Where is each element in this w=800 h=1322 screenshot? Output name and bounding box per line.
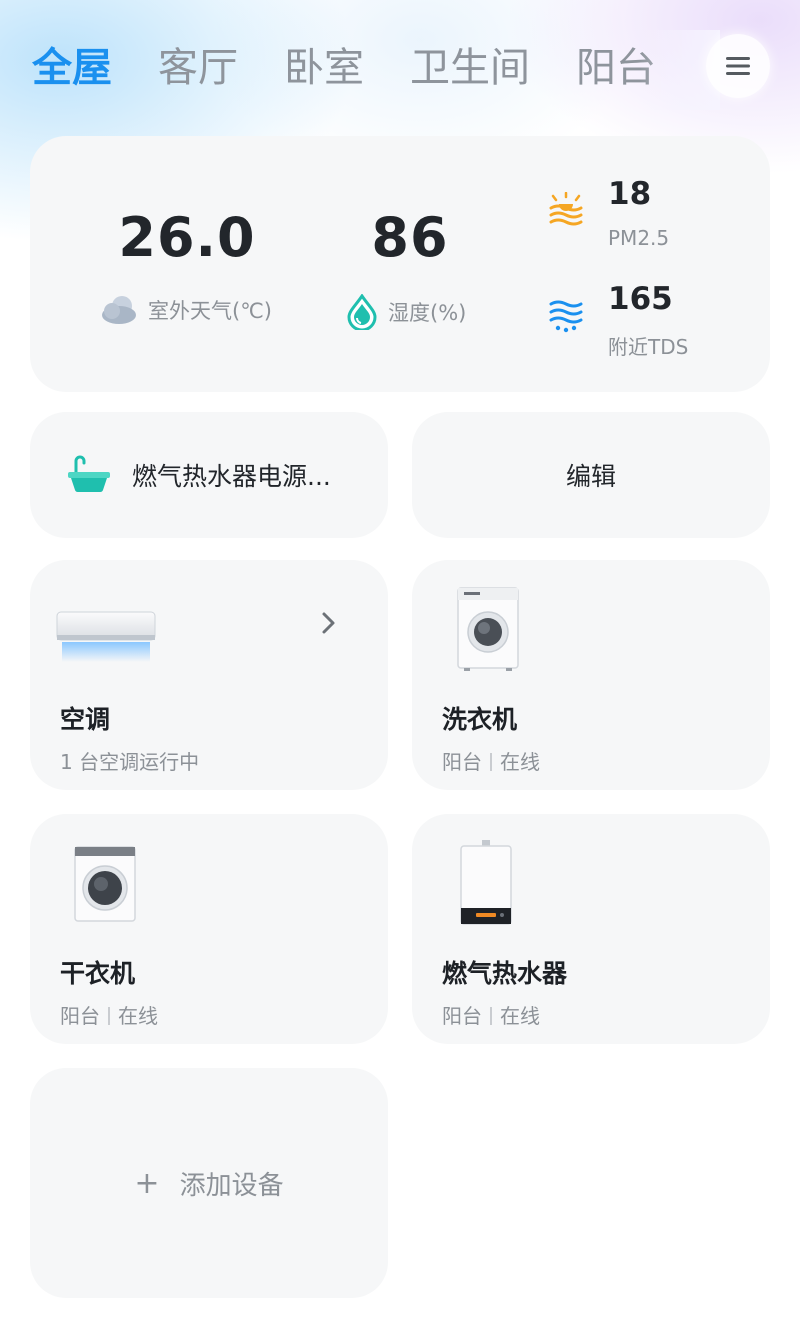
device-name: 燃气热水器 bbox=[442, 959, 568, 988]
environment-card[interactable]: 26.0 室外天气(℃) 86 湿度(%) 18 PM2.5 165 附近TDS bbox=[30, 136, 770, 392]
device-status: 1 台空调运行中 bbox=[60, 750, 200, 774]
humidity-value: 86 bbox=[371, 206, 449, 269]
tds-value: 165 bbox=[608, 281, 673, 317]
temperature-value: 26.0 bbox=[118, 206, 256, 269]
edit-button[interactable]: 编辑 bbox=[412, 412, 770, 538]
device-card-dryer[interactable]: 干衣机 阳台 在线 bbox=[30, 814, 388, 1044]
tab-whole-house[interactable]: 全屋 bbox=[32, 40, 112, 96]
washing-machine-icon bbox=[456, 586, 520, 676]
tds-label: 附近TDS bbox=[608, 335, 689, 359]
device-card-washing-machine[interactable]: 洗衣机 阳台 在线 bbox=[412, 560, 770, 790]
device-room: 阳台 bbox=[442, 1004, 482, 1028]
room-tabs: 全屋 客厅 卧室 卫生间 阳台 bbox=[32, 40, 702, 96]
status-divider bbox=[490, 1007, 492, 1025]
device-name: 洗衣机 bbox=[442, 705, 518, 734]
device-online-state: 在线 bbox=[500, 1004, 540, 1028]
tab-bedroom[interactable]: 卧室 bbox=[284, 40, 364, 96]
scene-label: 燃气热水器电源... bbox=[132, 462, 331, 491]
tab-bathroom[interactable]: 卫生间 bbox=[410, 40, 530, 96]
device-status: 阳台 在线 bbox=[60, 1000, 158, 1029]
device-online-state: 在线 bbox=[500, 750, 540, 774]
temperature-label-row: 室外天气(℃) bbox=[100, 294, 272, 326]
add-device-label: 添加设备 bbox=[179, 1170, 284, 1201]
hamburger-menu-icon bbox=[726, 57, 750, 75]
water-heater-icon bbox=[458, 840, 514, 932]
device-room: 阳台 bbox=[442, 750, 482, 774]
pm25-value: 18 bbox=[608, 176, 652, 212]
chevron-right-icon[interactable] bbox=[318, 610, 340, 636]
status-divider bbox=[108, 1007, 110, 1025]
device-online-state: 在线 bbox=[118, 1004, 158, 1028]
water-wave-icon bbox=[548, 298, 584, 338]
humidity-label: 湿度(%) bbox=[388, 301, 467, 325]
add-device-button[interactable]: + 添加设备 bbox=[30, 1068, 388, 1298]
dryer-icon bbox=[72, 844, 138, 928]
edit-label: 编辑 bbox=[565, 462, 616, 491]
humidity-label-row: 湿度(%) bbox=[346, 294, 466, 330]
device-name: 干衣机 bbox=[60, 959, 136, 988]
scene-card[interactable]: 燃气热水器电源... bbox=[30, 412, 388, 538]
cloud-icon bbox=[100, 294, 138, 326]
status-divider bbox=[490, 753, 492, 771]
device-card-water-heater[interactable]: 燃气热水器 阳台 在线 bbox=[412, 814, 770, 1044]
device-room: 阳台 bbox=[60, 1004, 100, 1028]
plus-icon: + bbox=[134, 1165, 160, 1201]
water-drop-icon bbox=[346, 294, 378, 330]
air-conditioner-icon bbox=[54, 608, 158, 672]
device-status: 阳台 在线 bbox=[442, 746, 540, 775]
device-name: 空调 bbox=[60, 705, 111, 734]
pm25-label: PM2.5 bbox=[608, 226, 670, 250]
temperature-label: 室外天气(℃) bbox=[148, 299, 272, 323]
device-card-air-conditioner[interactable]: 空调 1 台空调运行中 bbox=[30, 560, 388, 790]
device-status: 阳台 在线 bbox=[442, 1000, 540, 1029]
bathtub-icon bbox=[66, 455, 112, 495]
add-device-row: + 添加设备 bbox=[134, 1165, 283, 1202]
tab-living-room[interactable]: 客厅 bbox=[158, 40, 238, 96]
air-wave-icon bbox=[548, 191, 584, 232]
menu-button[interactable] bbox=[706, 34, 770, 98]
